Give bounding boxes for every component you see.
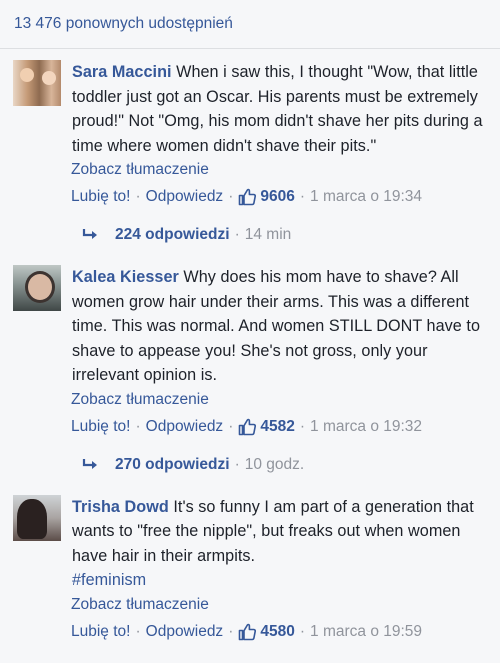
comment-actions: Lubię to! · Odpowiedz · 4580 · 1 marca o… xyxy=(71,619,492,645)
separator: · xyxy=(234,455,240,473)
comment-actions: Lubię to! · Odpowiedz · 9606 · 1 marca o… xyxy=(71,184,492,210)
likes-number: 4580 xyxy=(260,622,295,640)
replies-link[interactable]: 224 odpowiedzi · 14 min xyxy=(82,226,492,244)
comments-panel: 13 476 ponownych udostępnień Sara Maccin… xyxy=(0,0,500,663)
see-translation-link[interactable]: Zobacz tłumaczenie xyxy=(71,389,492,411)
replies-time: 14 min xyxy=(244,226,292,243)
comment: Kalea Kiesser Why does his mom have to s… xyxy=(0,265,500,474)
like-button[interactable]: Lubię to! xyxy=(71,184,130,210)
see-translation-link[interactable]: Zobacz tłumaczenie xyxy=(71,159,492,181)
thumbs-up-icon xyxy=(239,418,257,435)
comment-body: Sara Maccini When i saw this, I thought … xyxy=(72,60,492,158)
replies-count: 224 odpowiedzi xyxy=(115,226,230,243)
avatar[interactable] xyxy=(13,60,61,106)
separator: · xyxy=(228,188,234,205)
separator: · xyxy=(228,622,234,640)
separator: · xyxy=(299,417,306,435)
reply-arrow-icon xyxy=(82,229,97,239)
thumbs-up-icon xyxy=(239,188,257,206)
comment-timestamp[interactable]: 1 marca o 19:32 xyxy=(310,414,422,440)
shares-count-link[interactable]: 13 476 ponownych udostępnień xyxy=(0,0,500,49)
separator: · xyxy=(299,188,306,205)
comment-author[interactable]: Kalea Kiesser xyxy=(72,268,179,286)
likes-count[interactable]: 4582 xyxy=(238,414,295,440)
separator: · xyxy=(234,226,240,243)
likes-count[interactable]: 9606 xyxy=(238,184,295,210)
thumbs-up-icon xyxy=(239,623,257,640)
hashtag-link[interactable]: #feminism xyxy=(72,571,146,589)
avatar[interactable] xyxy=(13,494,61,541)
comment-author[interactable]: Trisha Dowd xyxy=(72,498,169,516)
separator: · xyxy=(299,622,306,640)
comment-actions: Lubię to! · Odpowiedz · 4582 · 1 marca o… xyxy=(71,414,492,440)
like-button[interactable]: Lubię to! xyxy=(71,619,130,645)
comment-body: Trisha Dowd It's so funny I am part of a… xyxy=(72,495,492,593)
reply-button[interactable]: Odpowiedz xyxy=(146,184,224,210)
separator: · xyxy=(135,417,141,435)
likes-count[interactable]: 4580 xyxy=(238,619,295,645)
like-button[interactable]: Lubię to! xyxy=(71,414,130,440)
reply-arrow-icon xyxy=(82,458,97,469)
see-translation-link[interactable]: Zobacz tłumaczenie xyxy=(71,594,492,616)
reply-button[interactable]: Odpowiedz xyxy=(146,619,224,645)
separator: · xyxy=(228,417,234,435)
separator: · xyxy=(135,622,141,640)
comment-timestamp[interactable]: 1 marca o 19:34 xyxy=(310,184,422,210)
replies-link[interactable]: 270 odpowiedzi · 10 godz. xyxy=(82,456,492,474)
likes-number: 9606 xyxy=(260,188,295,205)
comment-body: Kalea Kiesser Why does his mom have to s… xyxy=(72,265,492,388)
likes-number: 4582 xyxy=(260,417,295,435)
reply-button[interactable]: Odpowiedz xyxy=(146,414,224,440)
comment: Trisha Dowd It's so funny I am part of a… xyxy=(0,494,500,645)
separator: · xyxy=(135,188,141,205)
comment-timestamp[interactable]: 1 marca o 19:59 xyxy=(310,619,422,645)
replies-time: 10 godz. xyxy=(244,455,305,473)
comment-author[interactable]: Sara Maccini xyxy=(72,63,172,81)
replies-count: 270 odpowiedzi xyxy=(115,455,230,473)
comment: Sara Maccini When i saw this, I thought … xyxy=(0,60,500,244)
avatar[interactable] xyxy=(13,265,61,311)
